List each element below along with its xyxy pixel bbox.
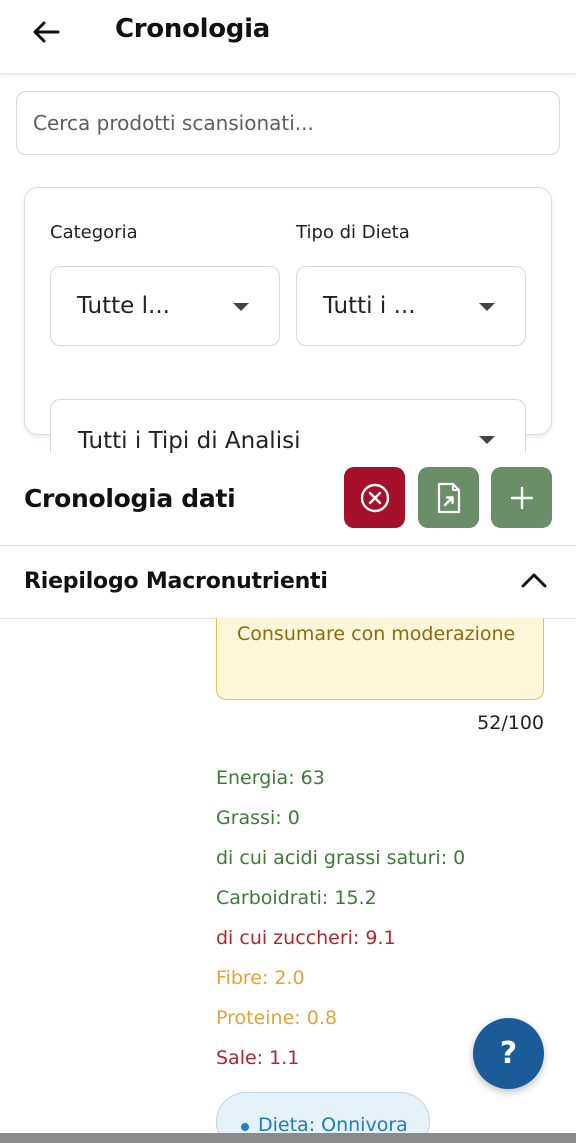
category-dropdown-value: Tutte l... xyxy=(77,293,170,319)
dropdown-arrow-icon xyxy=(233,303,249,311)
arrow-back-icon xyxy=(33,21,60,43)
category-dropdown[interactable]: Tutte l... xyxy=(50,266,280,346)
diet-type-label: Tipo di Dieta xyxy=(296,222,410,243)
app-bar: Cronologia xyxy=(0,0,576,74)
history-data-header: Cronologia dati xyxy=(0,453,576,546)
dropdown-arrow-icon xyxy=(479,303,495,311)
macronutrient-summary-title: Riepilogo Macronutrienti xyxy=(24,569,328,594)
diet-type-dropdown-value: Tutti i ... xyxy=(323,293,416,319)
moderation-warning: Consumare con moderazione xyxy=(216,618,544,700)
history-data-title: Cronologia dati xyxy=(24,484,236,513)
macronutrient-summary-toggle[interactable]: Riepilogo Macronutrienti xyxy=(0,547,576,619)
search-box[interactable] xyxy=(16,91,560,155)
back-button[interactable] xyxy=(26,12,66,52)
diet-type-dropdown[interactable]: Tutti i ... xyxy=(296,266,526,346)
health-score: 52/100 xyxy=(477,712,544,734)
export-file-icon xyxy=(437,482,460,513)
moderation-warning-text: Consumare con moderazione xyxy=(237,623,516,645)
chevron-up-icon xyxy=(521,573,547,588)
system-navigation-bar xyxy=(0,1133,576,1143)
dot-icon xyxy=(241,1123,249,1131)
nutrient-item: Fibre: 2.0 xyxy=(216,967,305,989)
clear-history-button[interactable] xyxy=(344,467,405,528)
nutrient-item: di cui zuccheri: 9.1 xyxy=(216,927,396,949)
export-button[interactable] xyxy=(418,467,479,528)
nutrient-item: Sale: 1.1 xyxy=(216,1047,300,1069)
dropdown-arrow-icon xyxy=(479,436,495,444)
search-input[interactable] xyxy=(17,92,559,154)
nutrient-item: Proteine: 0.8 xyxy=(216,1007,337,1029)
category-label: Categoria xyxy=(50,222,138,243)
page-title: Cronologia xyxy=(115,14,270,44)
cancel-circle-icon xyxy=(360,483,389,512)
help-button[interactable]: ? xyxy=(473,1018,544,1089)
add-button[interactable] xyxy=(491,467,552,528)
analysis-type-dropdown-value: Tutti i Tipi di Analisi xyxy=(78,428,301,454)
nutrient-item: Grassi: 0 xyxy=(216,807,300,829)
nutrient-item: di cui acidi grassi saturi: 0 xyxy=(216,847,466,869)
plus-icon xyxy=(510,486,533,509)
nutrient-item: Carboidrati: 15.2 xyxy=(216,887,377,909)
analysis-type-dropdown[interactable]: Tutti i Tipi di Analisi xyxy=(50,399,526,454)
nutrient-item: Energia: 63 xyxy=(216,767,325,789)
